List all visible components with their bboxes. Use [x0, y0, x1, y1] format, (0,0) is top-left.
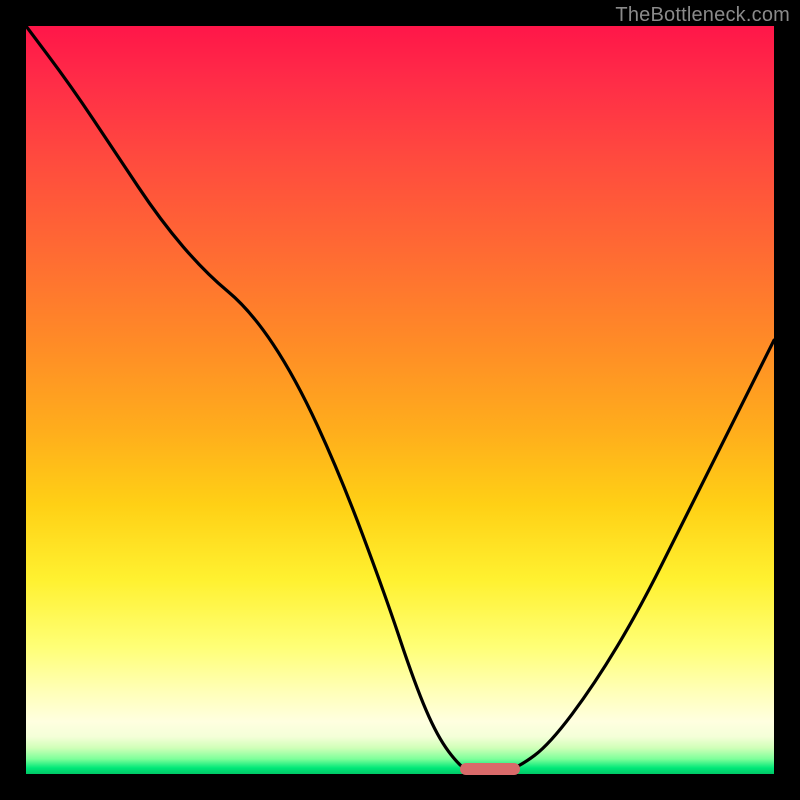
outer-frame: TheBottleneck.com	[0, 0, 800, 800]
watermark-text: TheBottleneck.com	[615, 4, 790, 27]
optimal-range-marker	[460, 763, 520, 775]
bottleneck-curve	[26, 26, 774, 774]
plot-area	[26, 26, 774, 774]
